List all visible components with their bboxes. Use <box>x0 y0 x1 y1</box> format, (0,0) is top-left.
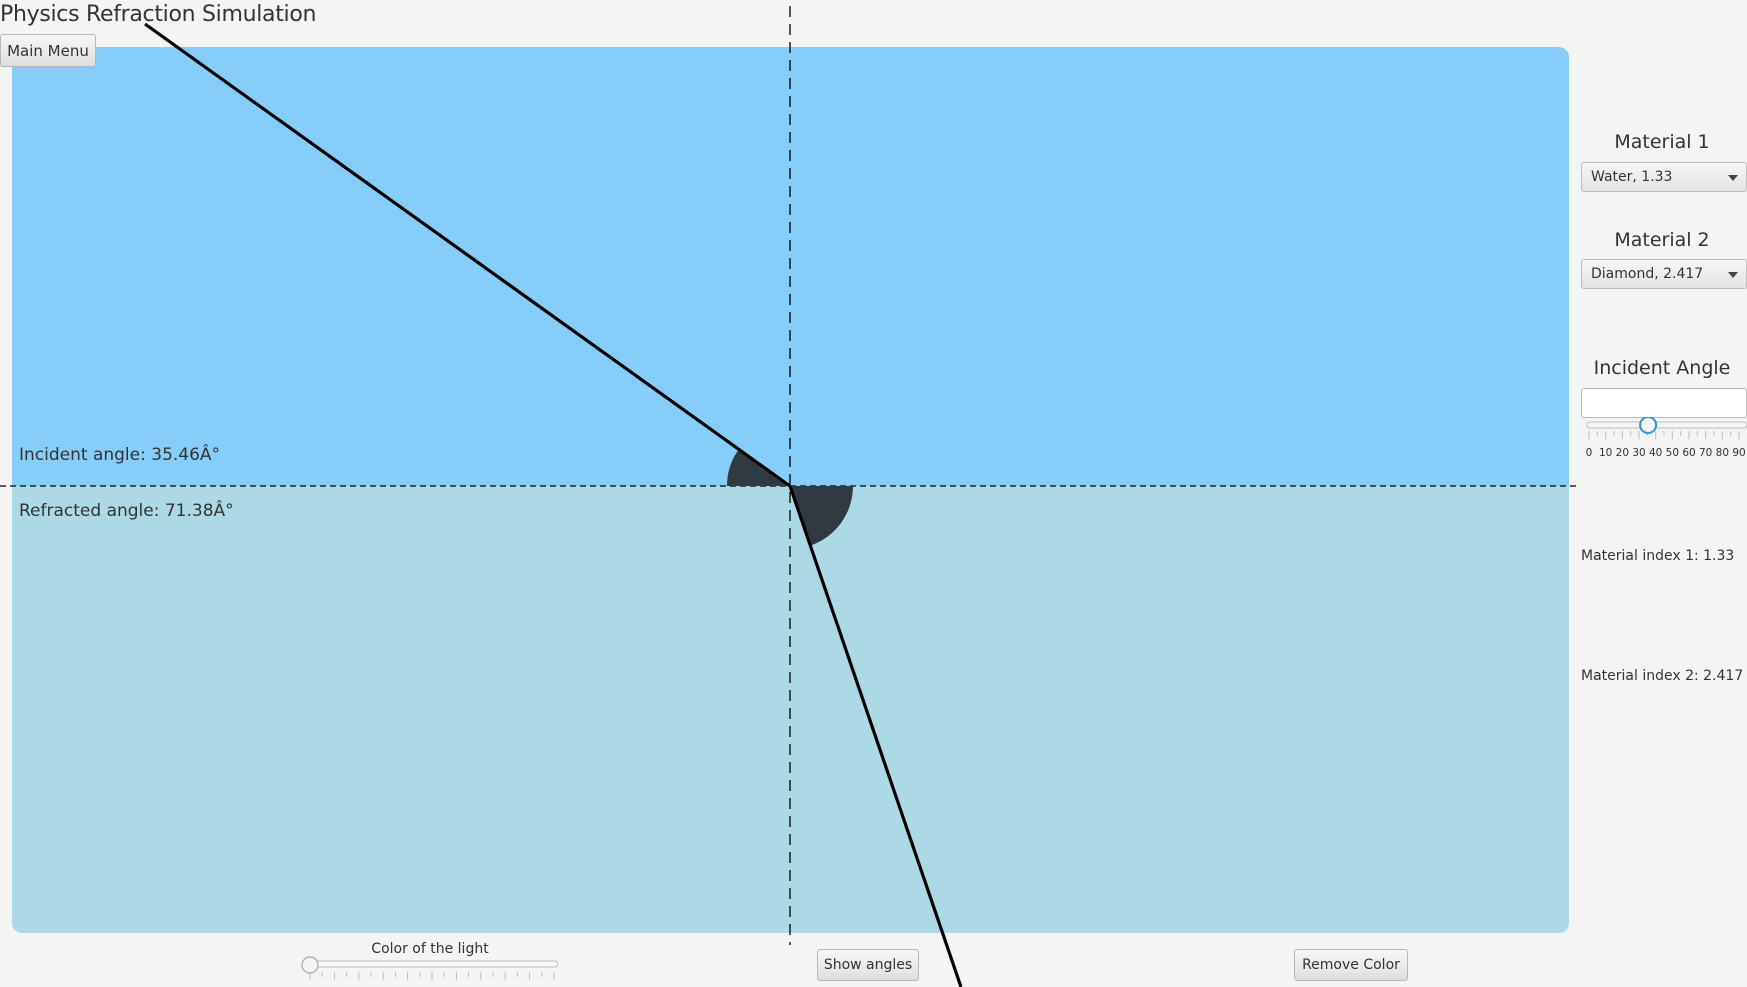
material-2-select[interactable]: Diamond, 2.417 <box>1581 259 1747 289</box>
slider-tick-label: 40 <box>1649 447 1662 459</box>
slider-tick-label: 70 <box>1699 447 1712 459</box>
incident-angle-readout: Incident angle: 35.46Â° <box>19 445 221 465</box>
slider-tick-label: 20 <box>1616 447 1629 459</box>
material-1-select[interactable]: Water, 1.33 <box>1581 162 1747 192</box>
app-title: Physics Refraction Simulation <box>0 2 317 27</box>
slider-tick-label: 60 <box>1682 447 1695 459</box>
refracted-angle-readout: Refracted angle: 71.38Â° <box>19 501 234 521</box>
medium-1-region <box>12 47 1569 486</box>
slider-tick-label: 10 <box>1599 447 1612 459</box>
chevron-down-icon <box>1728 175 1738 181</box>
slider-thumb[interactable] <box>1639 417 1658 434</box>
slider-tick-labels: 0 10 20 30 40 50 60 70 80 90 <box>1586 447 1746 459</box>
main-menu-button[interactable]: Main Menu <box>0 34 96 67</box>
material-2-label: Material 2 <box>1614 229 1710 251</box>
slider-tick-label: 50 <box>1666 447 1679 459</box>
slider-tick-label: 80 <box>1716 447 1729 459</box>
material-1-label: Material 1 <box>1614 131 1710 153</box>
remove-color-button[interactable]: Remove Color <box>1294 949 1408 981</box>
slider-tick-label: 90 <box>1732 447 1745 459</box>
material-1-selected-value: Water, 1.33 <box>1591 169 1673 185</box>
incident-angle-label: Incident Angle <box>1593 357 1731 379</box>
incident-angle-input[interactable] <box>1581 388 1747 418</box>
material-2-selected-value: Diamond, 2.417 <box>1591 266 1704 282</box>
chevron-down-icon <box>1728 272 1738 278</box>
slider-tick-label: 30 <box>1632 447 1645 459</box>
slider-tick-label: 0 <box>1586 447 1593 459</box>
incident-angle-slider[interactable]: 0 10 20 30 40 50 60 70 80 90 <box>1581 417 1747 463</box>
show-angles-button[interactable]: Show angles <box>817 949 919 981</box>
light-color-slider[interactable]: 380420460500540580620660700740780 <box>296 955 572 987</box>
slider-ticks <box>1588 431 1740 439</box>
slider-thumb[interactable] <box>301 956 319 974</box>
medium-2-region <box>12 486 1569 933</box>
slider-track <box>1586 421 1747 429</box>
slider-ticks <box>309 972 555 980</box>
material-index-2-label: Material index 2: 2.417 <box>1581 668 1744 684</box>
material-index-1-label: Material index 1: 1.33 <box>1581 548 1735 564</box>
slider-track <box>307 960 559 968</box>
